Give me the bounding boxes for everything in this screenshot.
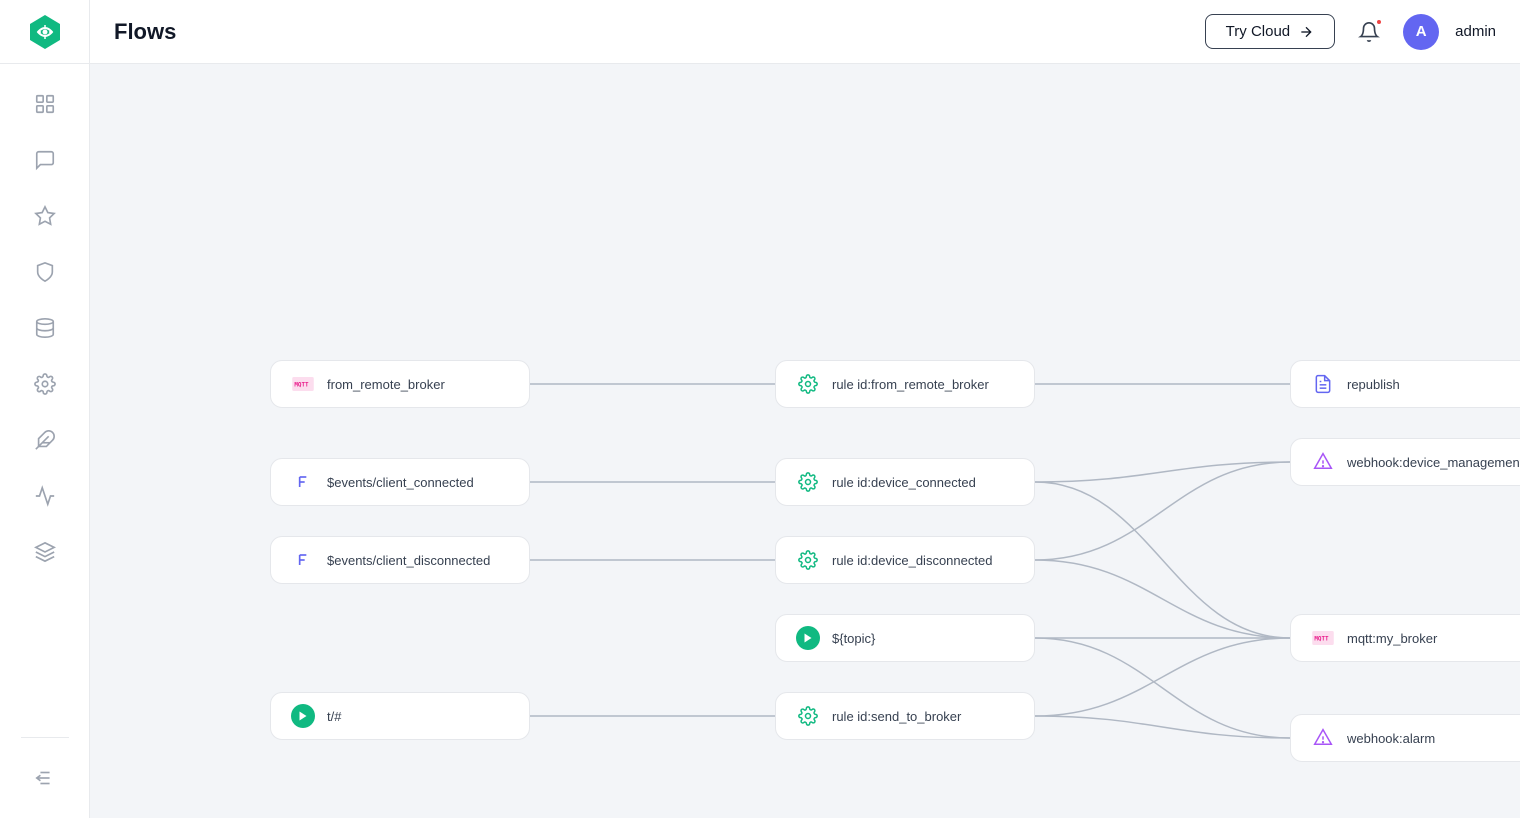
node-label-rule5: rule id:send_to_broker — [832, 709, 961, 724]
flow-node-src2[interactable]: $events/client_connected — [270, 458, 530, 506]
sidebar-item-dashboard[interactable] — [21, 80, 69, 128]
node-label-src4: t/# — [327, 709, 341, 724]
node-icon-rule4 — [794, 624, 822, 652]
sidebar-item-layers[interactable] — [21, 528, 69, 576]
sidebar-nav — [21, 64, 69, 737]
connection-rule3-out3 — [1035, 560, 1290, 638]
flow-node-src3[interactable]: $events/client_disconnected — [270, 536, 530, 584]
node-icon-src2 — [289, 468, 317, 496]
node-label-rule3: rule id:device_disconnected — [832, 553, 992, 568]
flow-node-out1[interactable]: republish — [1290, 360, 1520, 408]
sidebar-item-bookmarks[interactable] — [21, 192, 69, 240]
node-icon-out4 — [1309, 724, 1337, 752]
flow-canvas: MQTT from_remote_broker $events/client_c… — [90, 64, 1520, 818]
node-icon-out3: MQTT — [1309, 624, 1337, 652]
flow-node-rule5[interactable]: rule id:send_to_broker — [775, 692, 1035, 740]
flow-node-rule4[interactable]: ${topic} — [775, 614, 1035, 662]
header: Flows Try Cloud A admin — [90, 0, 1520, 64]
node-icon-src3 — [289, 546, 317, 574]
sidebar-item-collapse[interactable] — [21, 754, 69, 802]
node-label-src3: $events/client_disconnected — [327, 553, 490, 568]
node-label-rule2: rule id:device_connected — [832, 475, 976, 490]
sidebar-item-plugins[interactable] — [21, 416, 69, 464]
svg-text:MQTT: MQTT — [1314, 637, 1329, 643]
flow-node-out2[interactable]: webhook:device_management... — [1290, 438, 1520, 486]
flow-node-out4[interactable]: webhook:alarm — [1290, 714, 1520, 762]
svg-text:MQTT: MQTT — [294, 383, 309, 389]
node-label-src2: $events/client_connected — [327, 475, 474, 490]
flow-node-rule1[interactable]: rule id:from_remote_broker — [775, 360, 1035, 408]
node-icon-out1 — [1309, 370, 1337, 398]
node-icon-rule5 — [794, 702, 822, 730]
avatar[interactable]: A — [1403, 14, 1439, 50]
main: Flows Try Cloud A admin MQTT from_remote… — [90, 0, 1520, 818]
flow-node-rule2[interactable]: rule id:device_connected — [775, 458, 1035, 506]
sidebar — [0, 0, 90, 818]
node-icon-rule3 — [794, 546, 822, 574]
node-icon-rule2 — [794, 468, 822, 496]
node-label-rule1: rule id:from_remote_broker — [832, 377, 989, 392]
sidebar-item-messages[interactable] — [21, 136, 69, 184]
connection-rule4-out4 — [1035, 638, 1290, 738]
flow-node-out3[interactable]: MQTT mqtt:my_broker — [1290, 614, 1520, 662]
flow-node-src4[interactable]: t/# — [270, 692, 530, 740]
connection-rule3-out2 — [1035, 462, 1290, 560]
node-label-out1: republish — [1347, 377, 1400, 392]
notification-dot — [1375, 18, 1383, 26]
connection-rule2-out2 — [1035, 462, 1290, 482]
connection-rule2-out3 — [1035, 482, 1290, 638]
connection-rule5-out3 — [1035, 638, 1290, 716]
node-icon-src4 — [289, 702, 317, 730]
sidebar-item-shield[interactable] — [21, 248, 69, 296]
user-name: admin — [1455, 23, 1496, 40]
node-icon-out2 — [1309, 448, 1337, 476]
node-label-src1: from_remote_broker — [327, 377, 445, 392]
node-label-out2: webhook:device_management... — [1347, 455, 1520, 470]
node-label-rule4: ${topic} — [832, 631, 875, 646]
sidebar-item-database[interactable] — [21, 304, 69, 352]
node-icon-rule1 — [794, 370, 822, 398]
sidebar-logo[interactable] — [0, 0, 90, 64]
page-title: Flows — [114, 19, 1189, 45]
connection-rule5-out4 — [1035, 716, 1290, 738]
sidebar-item-diagnostics[interactable] — [21, 472, 69, 520]
sidebar-item-settings[interactable] — [21, 360, 69, 408]
flow-node-rule3[interactable]: rule id:device_disconnected — [775, 536, 1035, 584]
try-cloud-button[interactable]: Try Cloud — [1205, 14, 1335, 49]
notification-bell[interactable] — [1351, 14, 1387, 50]
node-label-out3: mqtt:my_broker — [1347, 631, 1437, 646]
sidebar-bottom — [21, 737, 69, 818]
node-label-out4: webhook:alarm — [1347, 731, 1435, 746]
node-icon-src1: MQTT — [289, 370, 317, 398]
flow-node-src1[interactable]: MQTT from_remote_broker — [270, 360, 530, 408]
